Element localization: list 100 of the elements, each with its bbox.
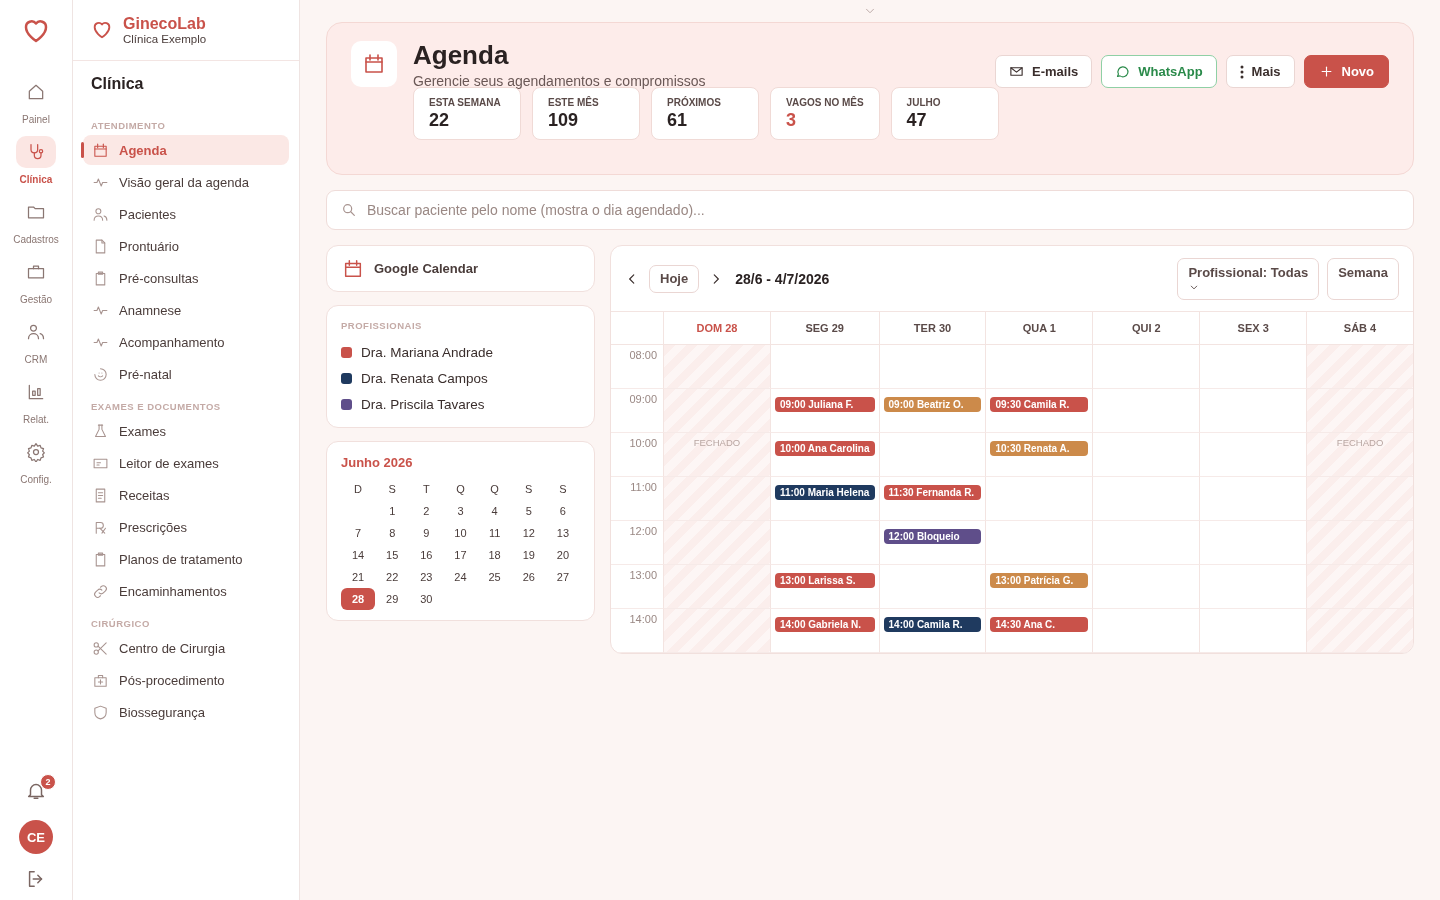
calendar-icon (362, 52, 386, 76)
users-icon (26, 322, 46, 342)
weekday-label: D (353, 482, 364, 497)
appointment-chip[interactable]: 14:00 Gabriela N. (774, 617, 875, 632)
home-icon (26, 82, 46, 102)
stat-label: VAGOS NO MÊS (786, 96, 864, 108)
calendar-day[interactable]: 30 (409, 588, 444, 610)
sidebar-item[interactable]: Leitor de exames (83, 448, 289, 478)
calendar-day[interactable]: 28 (341, 588, 376, 610)
appointment-chip[interactable]: 14:00 Camila R. (883, 617, 982, 632)
sidebar-item[interactable]: Pré-natal (83, 359, 289, 389)
sidebar-item[interactable]: Anamnese (83, 295, 289, 325)
calendar-day[interactable]: 13 (545, 522, 580, 544)
weekday-label: S (387, 482, 397, 497)
calendar-day[interactable]: 19 (511, 544, 546, 566)
calendar-day[interactable]: 4 (477, 500, 512, 522)
calendar-day[interactable]: 15 (375, 544, 410, 566)
day-header: TER 30 (878, 312, 986, 345)
calendar-day[interactable]: 17 (443, 544, 478, 566)
stat-value: 22 (429, 109, 451, 131)
rail-nav-item[interactable]: Config. (16, 436, 56, 485)
calendar-day[interactable]: 22 (375, 566, 410, 588)
sidebar-item[interactable]: Pós-procedimento (83, 665, 289, 695)
appointment-chip[interactable]: 09:30 Camila R. (990, 397, 1089, 412)
closed-label: FECHADO (1336, 437, 1384, 448)
calendar-day[interactable]: 7 (341, 522, 376, 544)
calendar-day[interactable]: 8 (375, 522, 410, 544)
appointment-chip[interactable]: 10:00 Ana Carolina (774, 441, 875, 456)
header-button[interactable]: E-mails (995, 55, 1093, 88)
link-icon (92, 582, 109, 600)
sidebar-item[interactable]: Agenda (83, 135, 289, 165)
calendar-day[interactable]: 21 (341, 566, 376, 588)
header-button[interactable]: WhatsApp (1101, 55, 1217, 88)
calendar-day[interactable]: 16 (409, 544, 444, 566)
rail-nav-item[interactable]: Cadastros (13, 196, 59, 245)
sidebar-item[interactable]: Prescrições (83, 512, 289, 542)
sidebar-item[interactable]: Acompanhamento (83, 327, 289, 357)
google-calendar-button[interactable]: Google Calendar (326, 245, 595, 292)
today-button[interactable]: Hoje (649, 264, 700, 293)
nav-group-heading: ATENDIMENTO (90, 119, 167, 133)
search-icon (341, 202, 357, 218)
calendar-day[interactable]: 20 (545, 544, 580, 566)
smiley-icon (92, 365, 109, 383)
view-dropdown[interactable]: Semana (1327, 257, 1399, 300)
rail-nav-item[interactable]: CRM (16, 316, 56, 365)
calendar-day[interactable]: 29 (375, 588, 410, 610)
calendar-day[interactable]: 26 (511, 566, 546, 588)
header-button[interactable]: Mais (1225, 55, 1295, 88)
search-field[interactable]: Buscar paciente pelo nome (mostra o dia agendado)... (326, 190, 1414, 230)
calendar-day[interactable]: 6 (545, 500, 580, 522)
stat-value: 3 (786, 109, 797, 131)
calendar-day[interactable]: 14 (341, 544, 376, 566)
rail-nav-item[interactable]: Gestão (16, 256, 56, 305)
calendar-day[interactable]: 2 (409, 500, 444, 522)
professional-dropdown[interactable]: Profissional: Todas (1177, 257, 1320, 300)
sidebar-item[interactable]: Centro de Cirurgia (83, 633, 289, 663)
calendar-day[interactable]: 5 (511, 500, 546, 522)
calendar-icon (342, 257, 364, 280)
calendar-day[interactable]: 1 (375, 500, 410, 522)
calendar-day[interactable]: 24 (443, 566, 478, 588)
more-icon (1239, 64, 1244, 79)
user-avatar[interactable]: CE (19, 820, 53, 854)
appointment-chip[interactable]: 13:00 Larissa S. (774, 573, 875, 588)
plus-icon (1318, 64, 1334, 79)
time-label: 09:00 (629, 393, 657, 405)
calendar-day[interactable]: 11 (477, 522, 512, 544)
calendar-day[interactable]: 12 (511, 522, 546, 544)
sidebar-item[interactable]: Exames (83, 416, 289, 446)
flask-icon (92, 422, 109, 440)
nav-group-heading: EXAMES E DOCUMENTOS (90, 400, 222, 414)
chart-icon (26, 382, 46, 402)
sidebar-item[interactable]: Pacientes (83, 199, 289, 229)
time-label: 13:00 (629, 569, 657, 581)
rail-nav-item[interactable]: Painel (16, 76, 56, 125)
appointment-chip[interactable]: 14:30 Ana C. (990, 617, 1089, 632)
calendar-day[interactable]: 10 (443, 522, 478, 544)
calendar-day[interactable]: 27 (545, 566, 580, 588)
calendar-day[interactable]: 3 (443, 500, 478, 522)
sidebar-item[interactable]: Receitas (83, 480, 289, 510)
time-label: 11:00 (630, 481, 657, 493)
sidebar-item[interactable]: Encaminhamentos (83, 576, 289, 606)
calendar-day[interactable]: 18 (477, 544, 512, 566)
date-range: 28/6 - 4/7/2026 (735, 270, 830, 287)
month-title: Junho 2026 (341, 455, 414, 470)
calendar-day[interactable]: 9 (409, 522, 444, 544)
sidebar-item[interactable]: Planos de tratamento (83, 544, 289, 574)
new-button[interactable]: Novo (1303, 55, 1389, 88)
appointment-chip[interactable]: 11:30 Fernanda R. (883, 485, 982, 500)
sidebar-item[interactable]: Biossegurança (83, 697, 289, 727)
sidebar-item[interactable]: Visão geral da agenda (83, 167, 289, 197)
appointment-chip[interactable]: 12:00 Bloqueio (883, 529, 982, 544)
calendar-day[interactable]: 23 (409, 566, 444, 588)
professional-name: Dra. Mariana Andrade (361, 344, 494, 360)
sidebar-item[interactable]: Pré-consultas (83, 263, 289, 293)
calendar-day[interactable]: 25 (477, 566, 512, 588)
appointment-chip[interactable]: 11:00 Maria Helena (774, 485, 875, 500)
rail-nav-item[interactable]: Relat. (16, 376, 56, 425)
sidebar-item[interactable]: Prontuário (83, 231, 289, 261)
appointment-chip[interactable]: 09:00 Juliana F. (774, 397, 875, 412)
weekday-label: Q (455, 482, 466, 497)
